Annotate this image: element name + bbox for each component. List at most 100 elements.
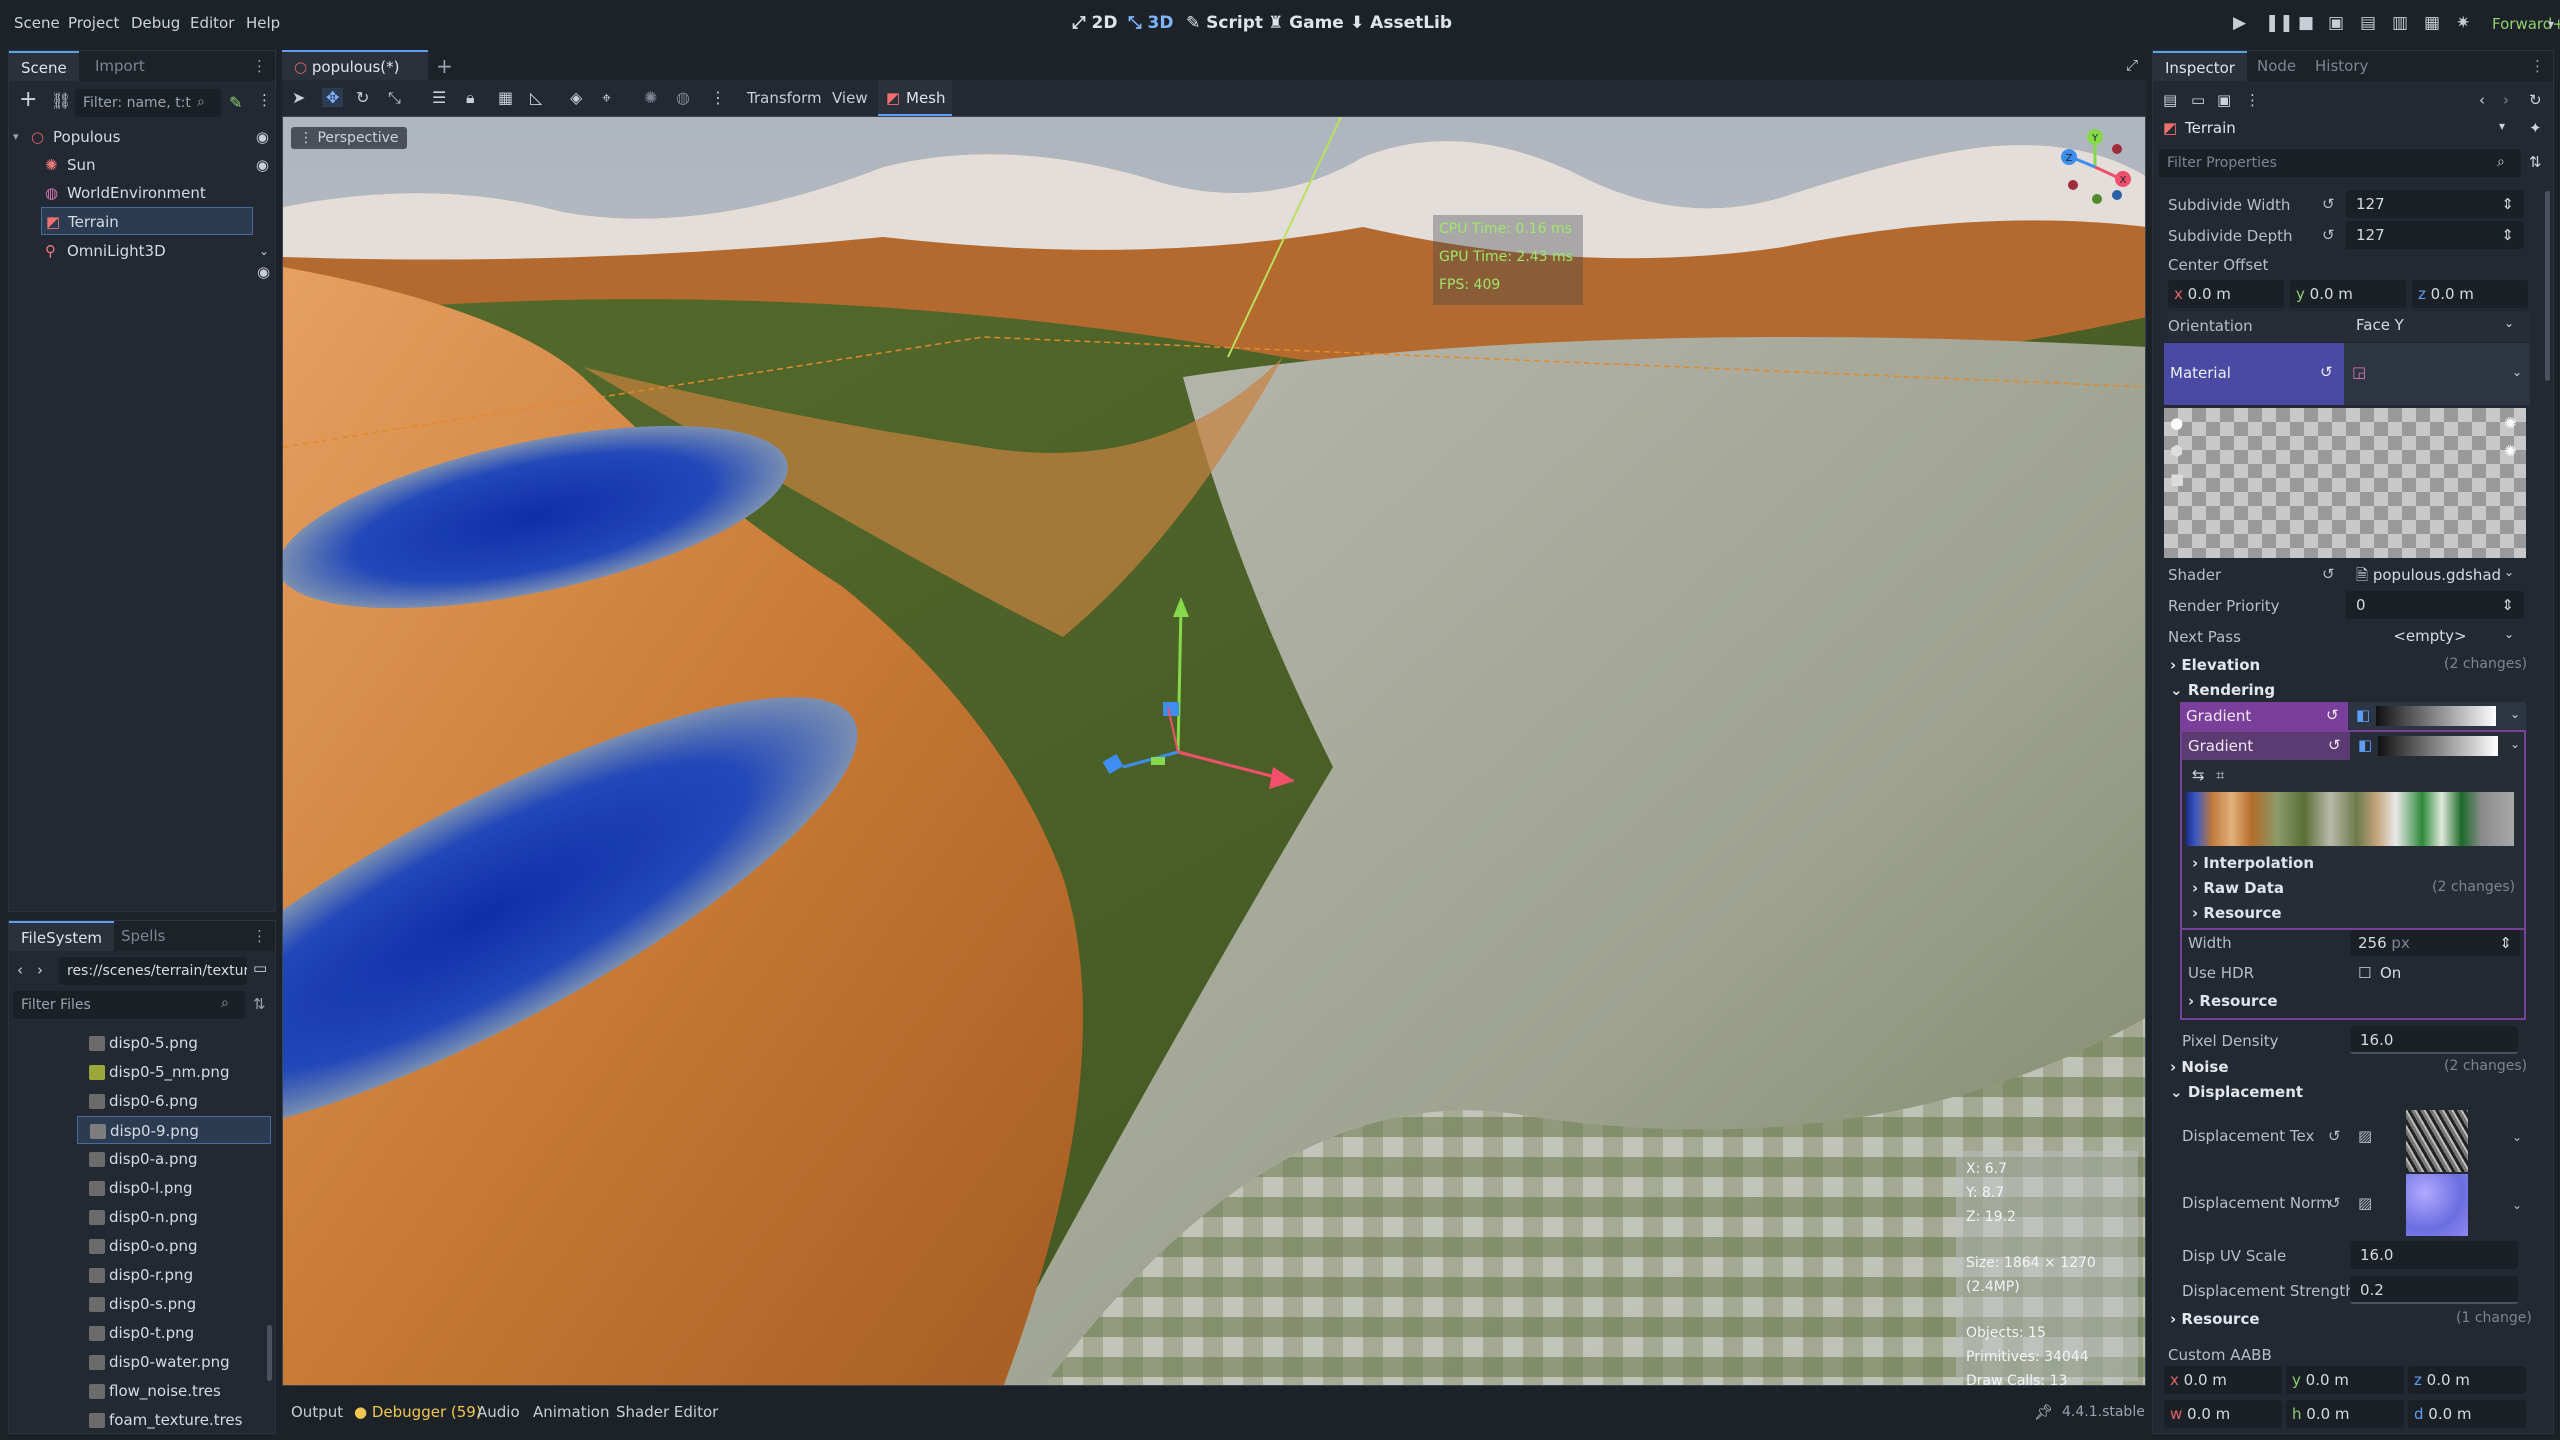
chevron-down-icon[interactable]: ⌄ — [2512, 1130, 2522, 1144]
split-view-icon[interactable]: ▭ — [253, 959, 267, 977]
material-preview[interactable]: ● ⬢ ■ ✺ ✺ — [2164, 408, 2526, 558]
menu-project[interactable]: Project — [68, 14, 119, 32]
file-item[interactable]: disp0-water.png — [9, 1348, 274, 1376]
play-icon[interactable]: ▶ — [2233, 13, 2246, 33]
environment-preview-icon[interactable]: ◍ — [676, 88, 690, 107]
file-item[interactable]: disp0-9.png — [77, 1116, 271, 1144]
inspector-menu-icon[interactable]: ⋮ — [2245, 91, 2260, 109]
chevron-down-icon[interactable]: ⌄ — [2512, 1198, 2522, 1212]
movie-icon[interactable]: ▦ — [2424, 13, 2440, 33]
chevron-down-icon[interactable]: ⌄ — [2510, 707, 2520, 721]
mode-assetlib-button[interactable]: ⬇ AssetLib — [1350, 13, 1452, 33]
revert-icon[interactable]: ↺ — [2322, 195, 2335, 213]
file-item[interactable]: disp0-r.png — [9, 1261, 274, 1289]
orientation-select[interactable]: Face Y ⌄ — [2346, 311, 2524, 339]
file-item[interactable]: disp0-n.png — [9, 1203, 274, 1231]
collapse-icon[interactable]: ▾ — [13, 123, 19, 151]
local-space-icon[interactable]: ◈ — [570, 88, 582, 107]
move-tool-icon[interactable]: ✥ — [322, 88, 344, 107]
list-select-icon[interactable]: ☰ — [432, 88, 446, 107]
revert-icon[interactable]: ↺ — [2322, 226, 2335, 244]
reverse-gradient-icon[interactable]: ⇆ — [2192, 766, 2205, 784]
tree-item-terrain[interactable]: ◩ Terrain — [41, 207, 253, 235]
remote-debug-icon[interactable]: ▣ — [2328, 13, 2344, 33]
visibility-eye-icon[interactable]: ◉ — [256, 123, 269, 151]
object-dropdown-icon[interactable]: ▾ — [2499, 119, 2505, 133]
revert-icon[interactable]: ↺ — [2328, 1127, 2341, 1145]
aabb-z[interactable]: z 0.0 m — [2408, 1366, 2526, 1394]
menu-scene[interactable]: Scene — [14, 14, 60, 32]
inspected-object-label[interactable]: Terrain — [2185, 119, 2236, 137]
normal-map-thumb[interactable] — [2406, 1174, 2468, 1236]
stop-icon[interactable]: ■ — [2298, 13, 2314, 33]
sort-icon[interactable]: ⇅ — [253, 995, 266, 1013]
dock-menu-icon[interactable]: ⋮ — [252, 57, 267, 75]
mesh-menu[interactable]: ◩ Mesh — [878, 80, 952, 116]
tab-debugger[interactable]: ● Debugger (59) — [354, 1403, 482, 1421]
file-item[interactable]: disp0-a.png — [9, 1145, 274, 1173]
sub-raw-data[interactable]: › Raw Data — [2192, 879, 2284, 897]
revert-icon[interactable]: ↺ — [2328, 736, 2341, 754]
link-icon[interactable]: ⛓ — [51, 93, 71, 109]
property-sort-icon[interactable]: ⇅ — [2529, 153, 2542, 171]
tree-item-sun[interactable]: ✺ Sun ◉ — [9, 151, 279, 179]
tab-shader-editor[interactable]: Shader Editor — [616, 1403, 718, 1421]
add-scene-tab-icon[interactable]: + — [436, 54, 453, 78]
view-menu[interactable]: View — [832, 89, 868, 107]
center-offset-z[interactable]: z 0.0 m — [2412, 280, 2528, 308]
width-spinbox[interactable]: 256 px ⇕ — [2350, 930, 2520, 956]
next-pass-resource[interactable]: <empty> ⌄ — [2346, 622, 2524, 650]
snap-icon[interactable]: ⌖ — [602, 88, 611, 108]
chevron-down-icon[interactable]: ⌄ — [2512, 365, 2522, 379]
aabb-y[interactable]: y 0.0 m — [2286, 1366, 2404, 1394]
forward-arrow-icon[interactable]: › — [37, 961, 43, 979]
gradient-editor[interactable] — [2186, 792, 2514, 846]
inspector-scrollbar[interactable] — [2545, 191, 2550, 381]
aabb-d[interactable]: d 0.0 m — [2408, 1400, 2526, 1428]
revert-icon[interactable]: ↺ — [2322, 565, 2335, 583]
box-preview-icon[interactable]: ⬢ — [2170, 442, 2183, 460]
transform-menu[interactable]: Transform — [747, 89, 822, 107]
file-item[interactable]: disp0-5_nm.png — [9, 1058, 274, 1086]
light-toggle-icon[interactable]: ✺ — [2504, 414, 2517, 432]
new-resource-icon[interactable]: ▤ — [2163, 91, 2177, 109]
pin-icon[interactable]: 📌︎ — [2034, 1403, 2053, 1421]
dock-menu-icon[interactable]: ⋮ — [2530, 57, 2545, 75]
mode-game-button[interactable]: ♜ Game — [1268, 13, 1344, 33]
3d-viewport[interactable]: ⋮ Perspective Y X Z CPU Time: 0.16 ms GP… — [282, 116, 2146, 1386]
tree-item-worldenvironment[interactable]: ◍ WorldEnvironment — [9, 179, 279, 207]
tab-animation[interactable]: Animation — [533, 1403, 609, 1421]
tab-output[interactable]: Output — [291, 1403, 343, 1421]
aabb-w[interactable]: w 0.0 m — [2164, 1400, 2282, 1428]
file-scrollbar[interactable] — [267, 1325, 272, 1381]
tab-import[interactable]: Import — [83, 51, 157, 81]
mode-2d-button[interactable]: ⤢ 2D — [1072, 13, 1117, 33]
section-resource[interactable]: › Resource — [2170, 1310, 2260, 1328]
aabb-x[interactable]: x 0.0 m — [2164, 1366, 2282, 1394]
filter-properties-input[interactable]: Filter Properties — [2159, 149, 2521, 177]
rotate-tool-icon[interactable]: ↻ — [356, 88, 369, 107]
tab-filesystem[interactable]: FileSystem — [9, 921, 115, 951]
mode-3d-button[interactable]: ⤡ 3D — [1128, 13, 1173, 33]
bug-icon[interactable]: ✷ — [2456, 13, 2470, 33]
menu-help[interactable]: Help — [246, 14, 280, 32]
shader-material-icon[interactable]: ◲ — [2352, 363, 2366, 381]
section-elevation[interactable]: › Elevation — [2170, 656, 2260, 674]
tab-history[interactable]: History — [2303, 51, 2380, 81]
file-item[interactable]: disp0-l.png — [9, 1174, 274, 1202]
sub-interpolation[interactable]: › Interpolation — [2192, 854, 2314, 872]
play-scene-icon[interactable]: ▤ — [2360, 13, 2376, 33]
subdivide-depth-spinbox[interactable]: 127 ⇕ — [2346, 221, 2524, 249]
dock-menu-icon[interactable]: ⋮ — [252, 927, 267, 945]
file-item[interactable]: disp0-6.png — [9, 1087, 274, 1115]
section-rendering[interactable]: ⌄ Rendering — [2170, 681, 2275, 699]
file-filter-input[interactable]: Filter Files — [13, 991, 245, 1019]
disp-uv-scale-field[interactable]: 16.0 — [2350, 1241, 2518, 1269]
shader-resource[interactable]: 🗎︎ populous.gdshad ⌄ — [2346, 560, 2524, 588]
file-item[interactable]: disp0-o.png — [9, 1232, 274, 1260]
revert-icon[interactable]: ↺ — [2320, 363, 2333, 381]
sub-resource[interactable]: › Resource — [2192, 904, 2282, 922]
menu-editor[interactable]: Editor — [190, 14, 234, 32]
file-item[interactable]: disp0-s.png — [9, 1290, 274, 1318]
visibility-eye-icon[interactable]: ◉ — [256, 151, 269, 179]
